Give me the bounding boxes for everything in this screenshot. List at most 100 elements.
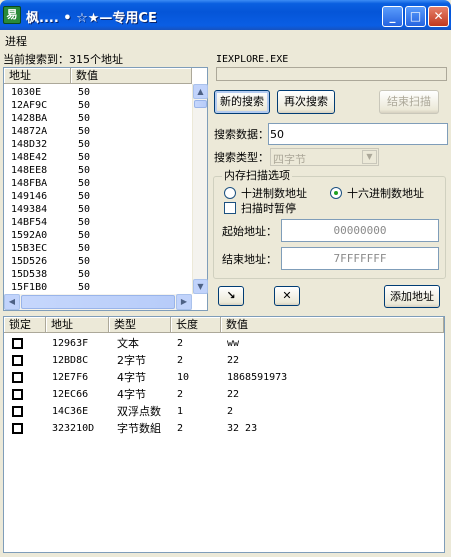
result-address: 148EE8 — [11, 165, 48, 176]
lock-checkbox[interactable] — [12, 372, 23, 383]
cell-type: 2字节 — [117, 354, 146, 367]
scroll-left-icon[interactable]: ◀ — [4, 294, 20, 310]
result-address: 14BF54 — [11, 217, 48, 228]
end-address-label: 结束地址： — [222, 253, 277, 266]
results-hscrollbar[interactable]: ◀ ▶ — [4, 294, 192, 310]
scroll-right-icon[interactable]: ▶ — [176, 294, 192, 310]
lock-checkbox[interactable] — [12, 423, 23, 434]
result-row[interactable]: 149384 50 — [4, 203, 192, 216]
end-scan-button[interactable]: 结束扫描 — [379, 90, 439, 114]
cell-address: 323210D — [52, 423, 95, 434]
cell-type: 文本 — [117, 337, 139, 350]
address-row[interactable]: 323210D 字节数組 2 32 23 — [4, 420, 444, 437]
scroll-thumb[interactable] — [194, 100, 207, 108]
maximize-button[interactable]: □ — [405, 6, 426, 27]
column-header-value[interactable]: 数值 — [71, 68, 192, 84]
column-header-address[interactable]: 地址 — [46, 317, 109, 333]
result-row[interactable]: 148FBA 50 — [4, 177, 192, 190]
new-scan-button[interactable]: 新的搜索 — [214, 90, 270, 114]
lock-checkbox[interactable] — [12, 338, 23, 349]
pause-label[interactable]: 扫描时暂停 — [241, 202, 296, 215]
column-header-type[interactable]: 类型 — [109, 317, 171, 333]
close-button[interactable]: ✕ — [428, 6, 449, 27]
result-value: 50 — [78, 100, 91, 111]
lock-checkbox[interactable] — [12, 389, 23, 400]
lock-checkbox[interactable] — [12, 406, 23, 417]
address-row[interactable]: 12E7F6 4字节 10 1868591973 — [4, 369, 444, 386]
cell-type: 字节数組 — [117, 422, 161, 435]
result-row[interactable]: 15D538 50 — [4, 268, 192, 281]
cell-value: ww — [227, 338, 240, 349]
cell-value: 2 — [227, 406, 234, 417]
app-icon: 易 — [3, 6, 21, 24]
result-row[interactable]: 148E42 50 — [4, 151, 192, 164]
result-row[interactable]: 148EE8 50 — [4, 164, 192, 177]
result-row[interactable]: 1428BA 50 — [4, 112, 192, 125]
cell-value: 32 23 — [227, 423, 258, 434]
result-row[interactable]: 148D32 50 — [4, 138, 192, 151]
address-table[interactable]: 锁定 地址 类型 长度 数值 12963F 文本 2 ww 12BD8C 2字节 2 22 12… — [3, 316, 445, 553]
results-scrollbar[interactable]: ▲ ▼ — [192, 84, 208, 294]
result-row[interactable]: 15B3EC 50 — [4, 242, 192, 255]
search-type-select[interactable]: 四字节 ▼ — [270, 148, 379, 166]
result-row[interactable]: 15D526 50 — [4, 255, 192, 268]
decimal-label[interactable]: 十进制数地址 — [241, 187, 307, 200]
menu-process[interactable]: 进程 — [5, 35, 27, 48]
hscroll-thumb[interactable] — [21, 295, 175, 309]
result-address: 1030E — [11, 87, 42, 98]
add-address-button[interactable]: 添加地址 — [384, 285, 440, 308]
hex-label[interactable]: 十六进制数地址 — [347, 187, 424, 200]
scroll-up-icon[interactable]: ▲ — [193, 84, 208, 99]
result-address: 1428BA — [11, 113, 48, 124]
minimize-button[interactable]: _ — [382, 6, 403, 27]
column-header-value[interactable]: 数值 — [221, 317, 444, 333]
address-row[interactable]: 12BD8C 2字节 2 22 — [4, 352, 444, 369]
result-value: 50 — [78, 139, 91, 150]
column-header-address[interactable]: 地址 — [4, 68, 71, 84]
result-row[interactable]: 149146 50 — [4, 190, 192, 203]
end-address-input[interactable]: 7FFFFFFF — [281, 247, 439, 270]
result-value: 50 — [78, 178, 91, 189]
start-address-input[interactable]: 00000000 — [281, 219, 439, 242]
result-address: 149146 — [11, 191, 48, 202]
column-header-lock[interactable]: 锁定 — [4, 317, 46, 333]
window-title: 枫.... • ☆★—专用CE — [26, 11, 157, 26]
scroll-down-icon[interactable]: ▼ — [193, 279, 208, 294]
process-name: IEXPLORE.EXE — [216, 54, 289, 65]
result-value: 50 — [78, 191, 91, 202]
decimal-radio[interactable] — [224, 187, 236, 199]
cell-value: 22 — [227, 389, 240, 400]
address-row[interactable]: 12EC66 4字节 2 22 — [4, 386, 444, 403]
results-list[interactable]: 地址 数值 1030E 50 12AF9C 50 1428BA 50 14872A 50 148… — [3, 67, 208, 311]
result-address: 15F1B0 — [11, 282, 48, 293]
next-scan-button[interactable]: 再次搜索 — [277, 90, 335, 114]
search-data-input[interactable]: 50 — [268, 123, 448, 145]
result-value: 50 — [78, 256, 91, 267]
result-value: 50 — [78, 204, 91, 215]
cell-value: 1868591973 — [227, 372, 288, 383]
delete-icon[interactable]: ✕ — [274, 286, 300, 306]
column-header-length[interactable]: 长度 — [171, 317, 221, 333]
hex-radio[interactable] — [330, 187, 342, 199]
pause-checkbox[interactable] — [224, 202, 236, 214]
result-address: 15D526 — [11, 256, 48, 267]
result-row[interactable]: 14872A 50 — [4, 125, 192, 138]
result-address: 12AF9C — [11, 100, 48, 111]
result-row[interactable]: 15F1B0 50 — [4, 281, 192, 294]
result-row[interactable]: 1592A0 50 — [4, 229, 192, 242]
result-row[interactable]: 12AF9C 50 — [4, 99, 192, 112]
cell-address: 14C36E — [52, 406, 89, 417]
result-value: 50 — [78, 152, 91, 163]
cell-type: 4字节 — [117, 371, 146, 384]
address-row[interactable]: 12963F 文本 2 ww — [4, 335, 444, 352]
chevron-down-icon[interactable]: ▼ — [362, 150, 377, 164]
result-value: 50 — [78, 230, 91, 241]
arrow-down-right-icon[interactable]: ↘ — [218, 286, 244, 306]
cell-address: 12E7F6 — [52, 372, 89, 383]
address-row[interactable]: 14C36E 双浮点数 1 2 — [4, 403, 444, 420]
lock-checkbox[interactable] — [12, 355, 23, 366]
result-row[interactable]: 14BF54 50 — [4, 216, 192, 229]
cell-address: 12BD8C — [52, 355, 89, 366]
cell-type: 4字节 — [117, 388, 146, 401]
result-row[interactable]: 1030E 50 — [4, 86, 192, 99]
